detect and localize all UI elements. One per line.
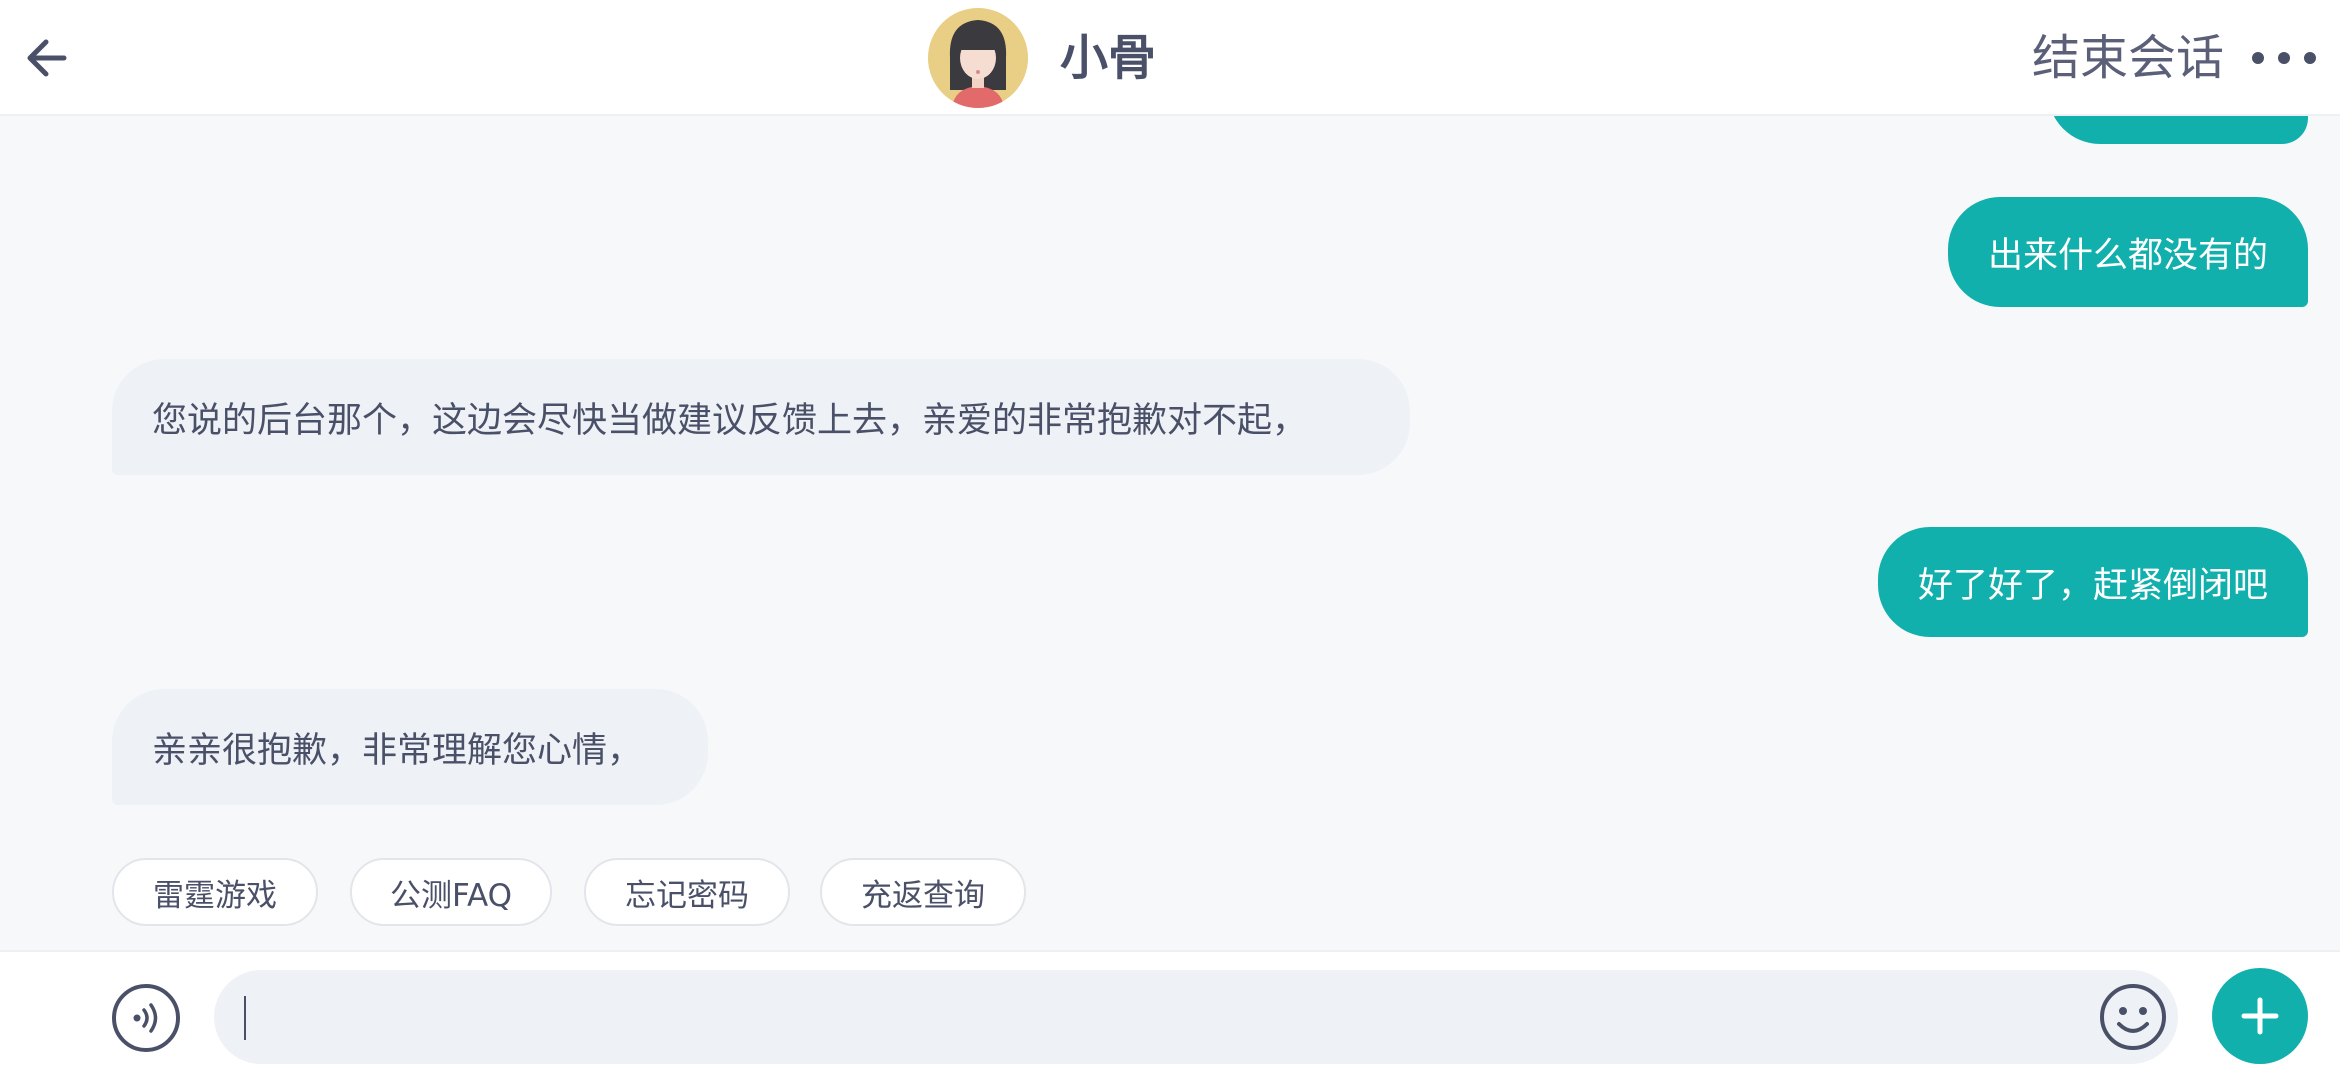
previous-message-bubble xyxy=(2048,116,2308,144)
quick-reply-chip[interactable]: 雷霆游戏 xyxy=(112,858,318,926)
arrow-left-icon xyxy=(27,39,67,77)
outgoing-message: 出来什么都没有的 xyxy=(1947,197,2308,307)
voice-input-button[interactable] xyxy=(112,984,180,1052)
more-dots-icon xyxy=(2252,52,2264,64)
chat-header: 小骨 结束会话 xyxy=(0,0,2340,116)
end-session-button[interactable]: 结束会话 xyxy=(2032,28,2224,88)
back-button[interactable] xyxy=(18,28,74,88)
message-text: 亲亲很抱歉，非常理解您心情， xyxy=(152,730,643,771)
avatar xyxy=(928,8,1028,108)
message-text: 出来什么都没有的 xyxy=(1987,235,2268,276)
emoji-icon[interactable] xyxy=(2098,982,2168,1052)
add-attachment-button[interactable] xyxy=(2212,968,2308,1064)
text-cursor xyxy=(244,996,246,1040)
quick-reply-chip[interactable]: 忘记密码 xyxy=(584,858,790,926)
quick-reply-chip[interactable]: 公测FAQ xyxy=(350,858,552,926)
input-bar xyxy=(0,950,2340,1082)
outgoing-message: 好了好了，赶紧倒闭吧 xyxy=(1877,527,2308,637)
more-options-button[interactable] xyxy=(2252,38,2316,78)
incoming-message: 您说的后台那个，这边会尽快当做建议反馈上去，亲爱的非常抱歉对不起， xyxy=(112,359,1410,475)
voice-icon xyxy=(133,1003,158,1033)
quick-reply-chip[interactable]: 充返查询 xyxy=(820,858,1026,926)
page-title: 小骨 xyxy=(1060,30,1157,86)
incoming-message: 亲亲很抱歉，非常理解您心情， xyxy=(112,689,708,805)
message-list[interactable]: 出来什么都没有的 您说的后台那个，这边会尽快当做建议反馈上去，亲爱的非常抱歉对不… xyxy=(0,116,2340,950)
message-input[interactable] xyxy=(214,970,2178,1064)
message-text: 您说的后台那个，这边会尽快当做建议反馈上去，亲爱的非常抱歉对不起， xyxy=(152,400,1308,441)
plus-icon xyxy=(2241,997,2279,1035)
message-text: 好了好了，赶紧倒闭吧 xyxy=(1917,565,2268,606)
